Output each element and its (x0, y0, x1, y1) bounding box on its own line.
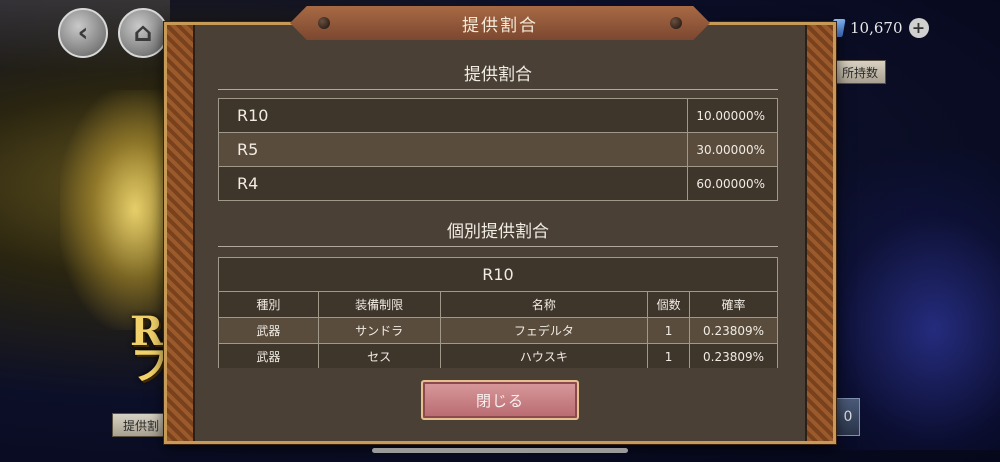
currency-amount: 10,670 (850, 19, 903, 37)
table-row: R10 10.00000% (217, 98, 778, 133)
rarity-rate: 60.00000% (687, 166, 778, 201)
item-rate-scroll-area[interactable]: R10 種別 装備制限 名称 個数 確率 武器 サンドラ フェデルタ 1 0.2… (218, 257, 778, 368)
table-row: R5 30.00000% (217, 132, 778, 167)
item-rate-table: R10 種別 装備制限 名称 個数 確率 武器 サンドラ フェデルタ 1 0.2… (218, 257, 778, 368)
close-button[interactable]: 閉じる (421, 380, 579, 420)
column-header: 装備制限 (317, 291, 441, 318)
table-header-row: 種別 装備制限 名称 個数 確率 (218, 291, 778, 318)
item-count: 1 (647, 343, 691, 368)
add-currency-button[interactable]: + (908, 18, 929, 38)
rivet-icon (318, 17, 330, 29)
item-name: ハウスキ (439, 343, 649, 368)
back-button[interactable]: ‹ (58, 8, 108, 58)
item-group-title: R10 (218, 257, 778, 292)
home-indicator[interactable] (372, 448, 628, 453)
back-arrow-icon: ‹ (77, 18, 89, 48)
modal-border-right (807, 25, 833, 441)
table-row: R4 60.00000% (217, 166, 778, 201)
item-restriction: セス (317, 343, 441, 368)
home-button[interactable]: ⌂ (118, 8, 168, 58)
column-header: 個数 (647, 291, 691, 318)
rarity-name: R10 (217, 98, 689, 133)
item-type: 武器 (218, 343, 319, 368)
item-type: 武器 (218, 317, 319, 344)
home-icon: ⌂ (133, 18, 153, 48)
background-right-button[interactable]: 0 (836, 398, 860, 436)
rarity-name: R4 (217, 166, 689, 201)
item-count: 1 (647, 317, 691, 344)
item-rate: 0.23809% (689, 343, 778, 368)
item-name: フェデルタ (439, 317, 649, 344)
item-rate: 0.23809% (689, 317, 778, 344)
column-header: 名称 (439, 291, 649, 318)
currency-display: 10,670 + (830, 18, 929, 38)
column-header: 種別 (218, 291, 319, 318)
modal-border-left (167, 25, 193, 441)
owned-count-button[interactable]: 所持数 (834, 60, 886, 84)
modal-title: 提供割合 (290, 6, 710, 40)
table-row: 武器 サンドラ フェデルタ 1 0.23809% (218, 317, 778, 344)
item-section-title: 個別提供割合 (218, 217, 778, 247)
rarity-name: R5 (217, 132, 689, 167)
rarity-rate: 10.00000% (687, 98, 778, 133)
rarity-rate-table: R10 10.00000% R5 30.00000% R4 60.00000% (217, 98, 778, 201)
item-restriction: サンドラ (317, 317, 441, 344)
rivet-icon (670, 17, 682, 29)
rarity-section-title: 提供割合 (218, 60, 778, 90)
rarity-rate: 30.00000% (687, 132, 778, 167)
table-row: 武器 セス ハウスキ 1 0.23809% (218, 343, 778, 368)
column-header: 確率 (689, 291, 778, 318)
